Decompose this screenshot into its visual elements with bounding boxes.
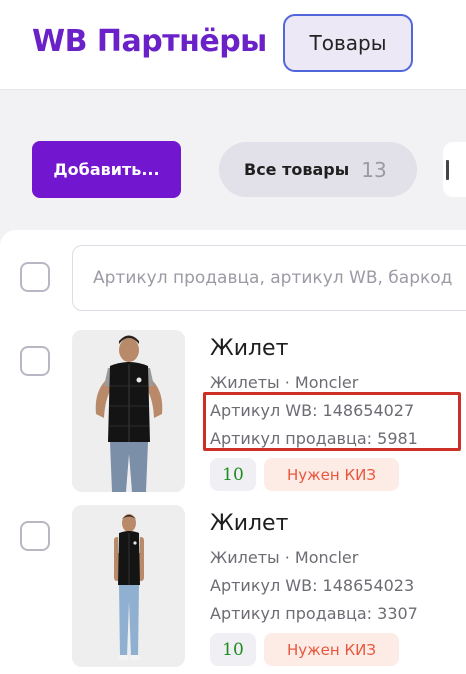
product-photo-image [72,505,185,667]
filter-next-glyph [446,160,449,180]
product-title[interactable]: Жилет [210,336,288,361]
product-checkbox[interactable] [20,521,50,551]
product-photo[interactable] [72,505,185,667]
product-checkbox[interactable] [20,346,50,376]
filter-all-products[interactable]: Все товары 13 [219,142,417,197]
nav-button-products[interactable]: Товары [283,14,413,72]
search-input[interactable] [73,246,466,310]
stock-count-badge: 10 [210,633,256,666]
product-seller-article: Артикул продавца: 3307 [210,604,418,623]
top-header: WB Партнёры Товары [0,0,466,90]
filter-all-label: Все товары [244,160,350,179]
product-photo-image [72,330,185,492]
product-row[interactable]: Жилет Жилеты · Moncler Артикул WB: 14865… [0,330,466,500]
kiz-required-badge: Нужен КИЗ [264,458,399,491]
product-category: Жилеты · Moncler [210,373,359,392]
toolbar: Добавить... Все товары 13 [0,91,466,231]
product-wb-article: Артикул WB: 148654023 [210,576,415,595]
search-field[interactable] [72,245,466,311]
products-panel: Жилет Жилеты · Moncler Артикул WB: 14865… [0,230,466,674]
filter-all-count: 13 [361,157,387,182]
product-seller-article: Артикул продавца: 5981 [210,429,418,448]
kiz-required-badge: Нужен КИЗ [264,633,399,666]
product-wb-article: Артикул WB: 148654027 [210,401,415,420]
product-title[interactable]: Жилет [210,511,288,536]
product-row[interactable]: Жилет Жилеты · Moncler Артикул WB: 14865… [0,505,466,674]
product-photo[interactable] [72,330,185,492]
select-all-checkbox[interactable] [20,262,50,292]
filter-next-chip[interactable] [443,142,466,197]
product-category: Жилеты · Moncler [210,548,359,567]
add-button[interactable]: Добавить... [32,141,181,198]
brand-logo[interactable]: WB Партнёры [32,24,267,59]
stock-count-badge: 10 [210,458,256,491]
